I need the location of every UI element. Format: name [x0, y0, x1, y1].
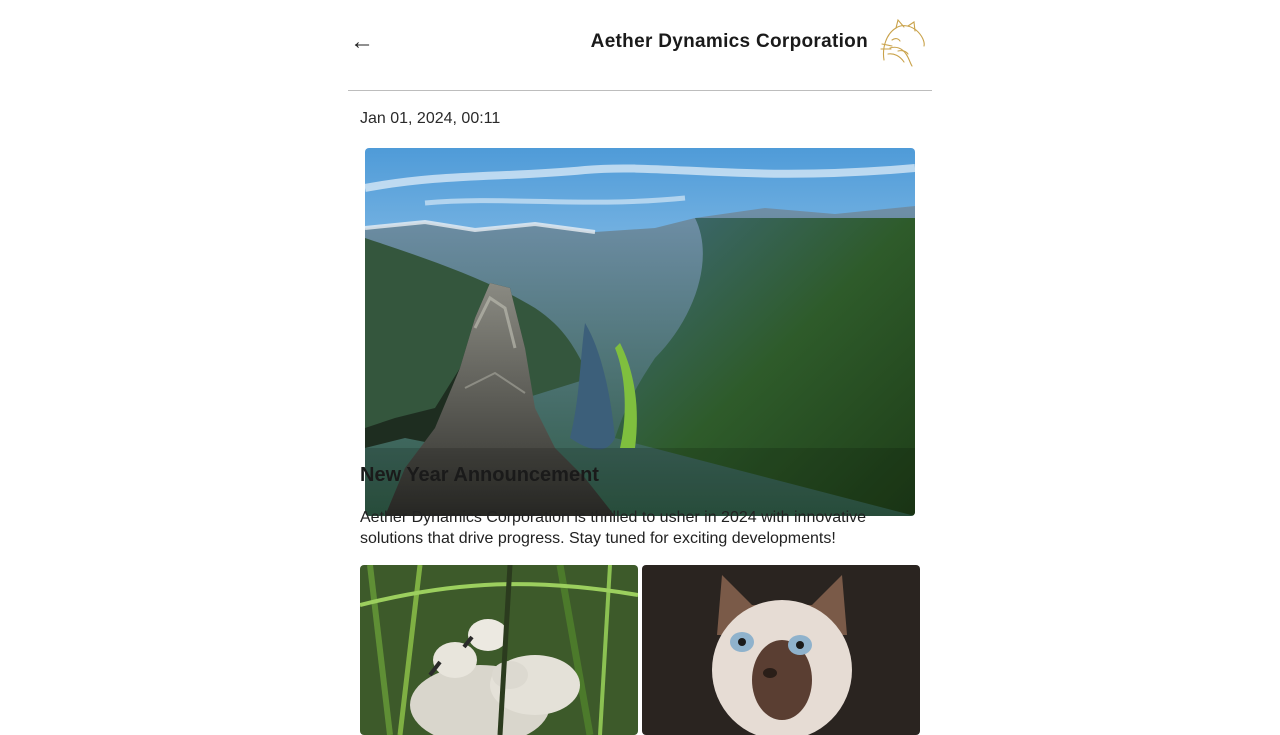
- post-title: New Year Announcement: [360, 464, 599, 486]
- company-name: Aether Dynamics Corporation: [590, 31, 868, 52]
- back-button[interactable]: ←: [348, 26, 376, 58]
- post-page: ← Aether Dynamics Corporation Jan 01, 20…: [348, 0, 932, 735]
- gallery-image-cygnets[interactable]: [360, 565, 638, 735]
- header-bar: ← Aether Dynamics Corporation: [348, 0, 932, 91]
- post-body: Aether Dynamics Corporation is thrilled …: [360, 509, 867, 547]
- post-date: Jan 01, 2024, 00:11: [360, 110, 501, 127]
- cat-logo-icon: [880, 18, 925, 67]
- gallery-image-kitten[interactable]: [642, 565, 920, 735]
- hero-image: [365, 148, 915, 516]
- arrow-left-icon: ←: [350, 28, 374, 55]
